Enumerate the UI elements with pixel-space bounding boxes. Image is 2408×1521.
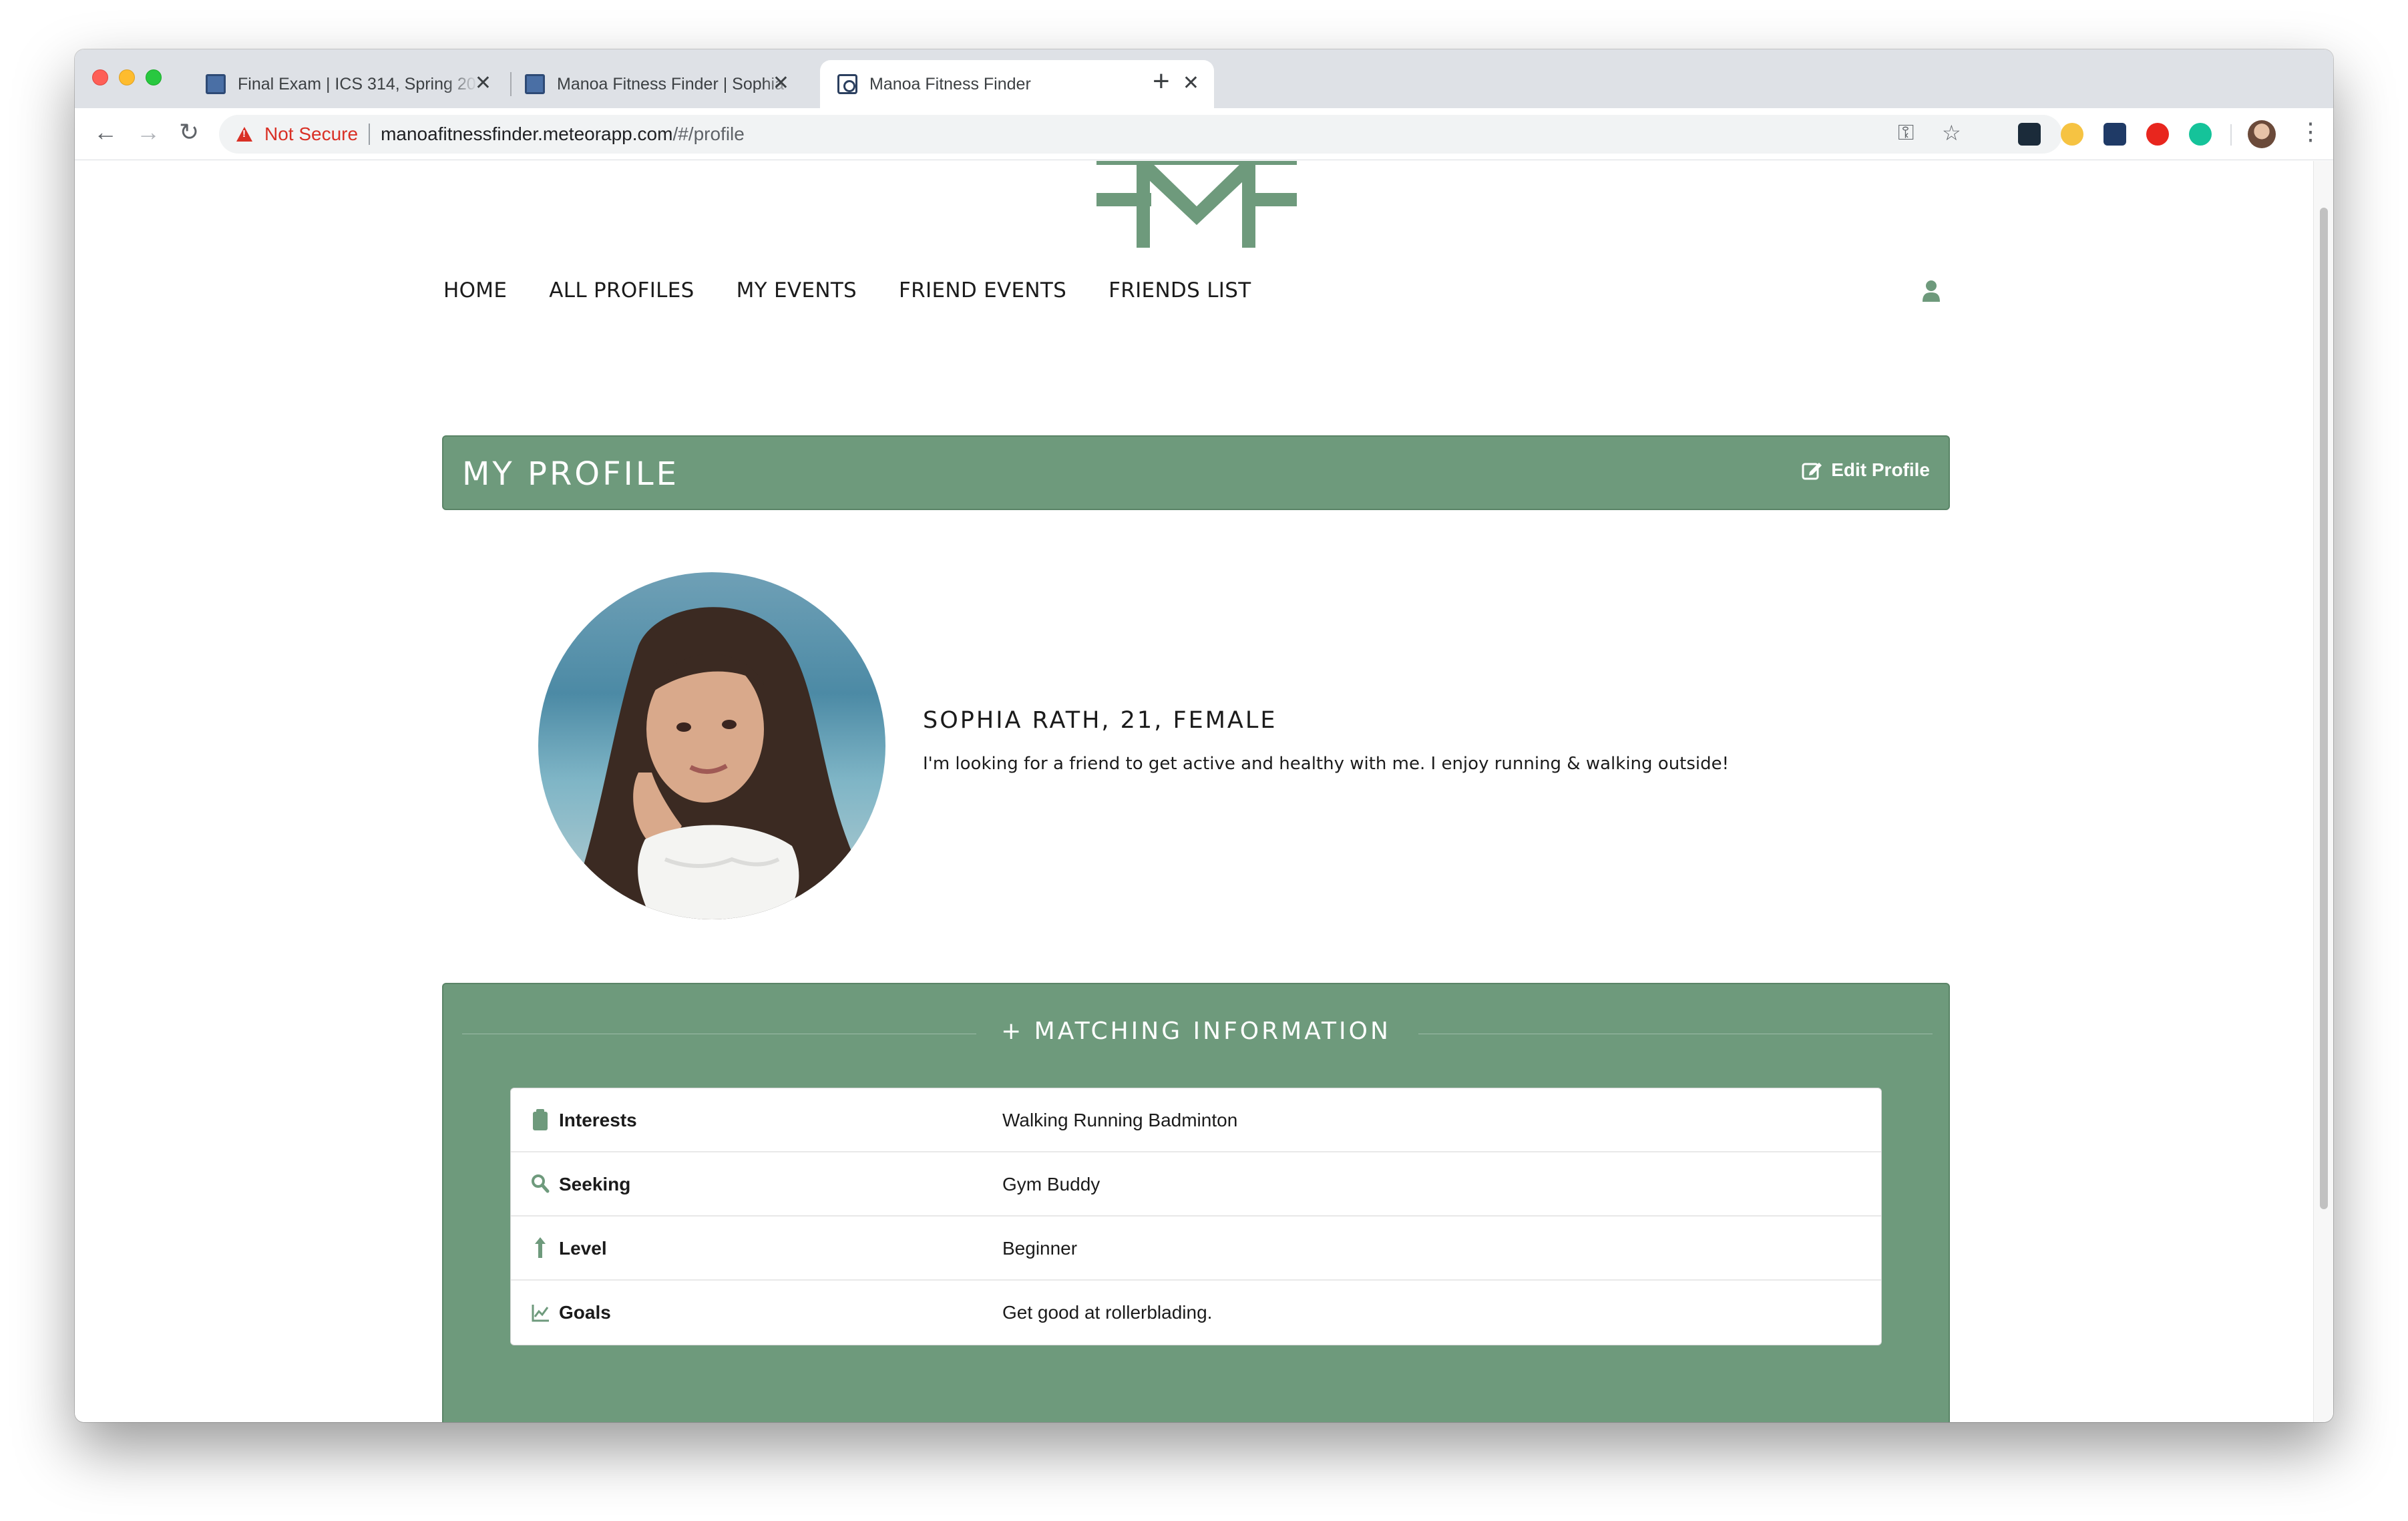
row-value: Get good at rollerblading. — [1002, 1302, 1213, 1323]
line-chart-icon — [532, 1305, 549, 1322]
nav-friend-events[interactable]: FRIEND EVENTS — [899, 278, 1066, 302]
level-up-icon — [535, 1237, 546, 1258]
tab-title: Manoa Fitness Finder — [869, 74, 1031, 93]
url-divider — [369, 124, 371, 145]
browser-profile-avatar[interactable] — [2248, 120, 2276, 148]
row-label: Level — [559, 1238, 607, 1259]
react-devtools-extension-icon[interactable] — [2018, 123, 2041, 146]
profile-photo-image — [565, 607, 885, 919]
profile-bio: I'm looking for a friend to get active a… — [923, 754, 1730, 774]
warning-triangle-icon[interactable] — [236, 127, 252, 142]
edit-profile-label: Edit Profile — [1831, 459, 1930, 480]
address-bar[interactable]: Not Secure manoafitnessfinder.meteorapp.… — [219, 115, 2062, 154]
row-value: Beginner — [1002, 1238, 1078, 1259]
row-label: Interests — [559, 1110, 637, 1130]
url-path: /#/profile — [672, 124, 745, 144]
browser-tab-final-exam[interactable]: Final Exam | ICS 314, Spring 20 ✕ — [192, 60, 504, 108]
key-icon[interactable]: ⚿ — [1898, 120, 1914, 146]
table-row: Seeking Gym Buddy — [511, 1152, 1881, 1217]
reload-icon[interactable]: ↻ — [179, 119, 199, 146]
tab-title: Final Exam | ICS 314, Spring 20 — [238, 74, 476, 93]
matching-information-heading[interactable]: + MATCHING INFORMATION — [443, 1018, 1949, 1045]
grammarly-extension-icon[interactable] — [2189, 123, 2212, 146]
new-tab-button[interactable]: + — [1153, 67, 1170, 96]
maximize-window-button[interactable] — [146, 69, 162, 85]
close-tab-icon[interactable]: ✕ — [475, 73, 491, 93]
user-icon[interactable] — [1922, 280, 1941, 302]
browser-toolbar: ← → ↻ Not Secure manoafitnessfinder.mete… — [75, 108, 2333, 160]
extension-icon[interactable] — [2061, 123, 2083, 146]
url-text[interactable]: manoafitnessfinder.meteorapp.com/#/profi… — [381, 124, 745, 145]
url-host: manoafitnessfinder.meteorapp.com — [381, 124, 673, 144]
profile-header: MY PROFILE Edit Profile — [442, 435, 1950, 510]
row-value: Walking Running Badminton — [1002, 1110, 1238, 1130]
row-label: Seeking — [559, 1174, 631, 1194]
site-logo[interactable] — [1096, 161, 1297, 248]
close-window-button[interactable] — [92, 69, 108, 85]
meteor-favicon-icon — [837, 74, 857, 94]
nav-my-events[interactable]: MY EVENTS — [737, 278, 857, 302]
profile-name: SOPHIA RATH, 21, FEMALE — [923, 707, 1277, 734]
forward-arrow-icon[interactable]: → — [136, 119, 160, 146]
matching-information-panel: + MATCHING INFORMATION Interests Walking… — [442, 983, 1950, 1422]
table-row: Interests Walking Running Badminton — [511, 1088, 1881, 1152]
row-value: Gym Buddy — [1002, 1174, 1100, 1194]
browser-menu-icon[interactable]: ⋮ — [2298, 118, 2323, 146]
opera-extension-icon[interactable] — [2146, 123, 2169, 146]
page-favicon-icon — [525, 74, 545, 94]
nav-all-profiles[interactable]: ALL PROFILES — [549, 278, 694, 302]
tab-strip: Final Exam | ICS 314, Spring 20 ✕ Manoa … — [75, 49, 2333, 108]
security-indicator[interactable]: Not Secure — [264, 124, 358, 145]
edit-profile-button[interactable]: Edit Profile — [1802, 459, 1930, 481]
edit-icon — [1802, 463, 1822, 480]
bookmark-star-icon[interactable]: ☆ — [1942, 120, 1961, 146]
nav-home[interactable]: HOME — [443, 278, 507, 302]
back-arrow-icon[interactable]: ← — [93, 119, 118, 146]
page-favicon-icon — [206, 74, 226, 94]
profile-photo — [538, 572, 885, 919]
page-title: MY PROFILE — [462, 455, 679, 493]
page-viewport: HOME ALL PROFILES MY EVENTS FRIEND EVENT… — [75, 161, 2313, 1422]
clipboard-icon — [533, 1109, 548, 1130]
scrollbar-thumb[interactable] — [2320, 208, 2328, 1209]
tab-title: Manoa Fitness Finder | Sophia — [557, 74, 785, 93]
extension-icon[interactable] — [2103, 123, 2126, 146]
minimize-window-button[interactable] — [119, 69, 135, 85]
row-label: Goals — [559, 1302, 611, 1323]
site-nav: HOME ALL PROFILES MY EVENTS FRIEND EVENT… — [443, 278, 1293, 302]
vertical-scrollbar[interactable] — [2313, 161, 2333, 1422]
table-row: Level Beginner — [511, 1217, 1881, 1281]
close-tab-icon[interactable]: ✕ — [1183, 73, 1199, 93]
toolbar-divider — [2230, 124, 2232, 146]
browser-window: Final Exam | ICS 314, Spring 20 ✕ Manoa … — [75, 49, 2333, 1422]
table-row: Goals Get good at rollerblading. — [511, 1281, 1881, 1345]
nav-friends-list[interactable]: FRIENDS LIST — [1109, 278, 1251, 302]
matching-table: Interests Walking Running Badminton Seek… — [510, 1088, 1882, 1345]
search-icon — [532, 1174, 550, 1193]
close-tab-icon[interactable]: ✕ — [773, 73, 789, 93]
